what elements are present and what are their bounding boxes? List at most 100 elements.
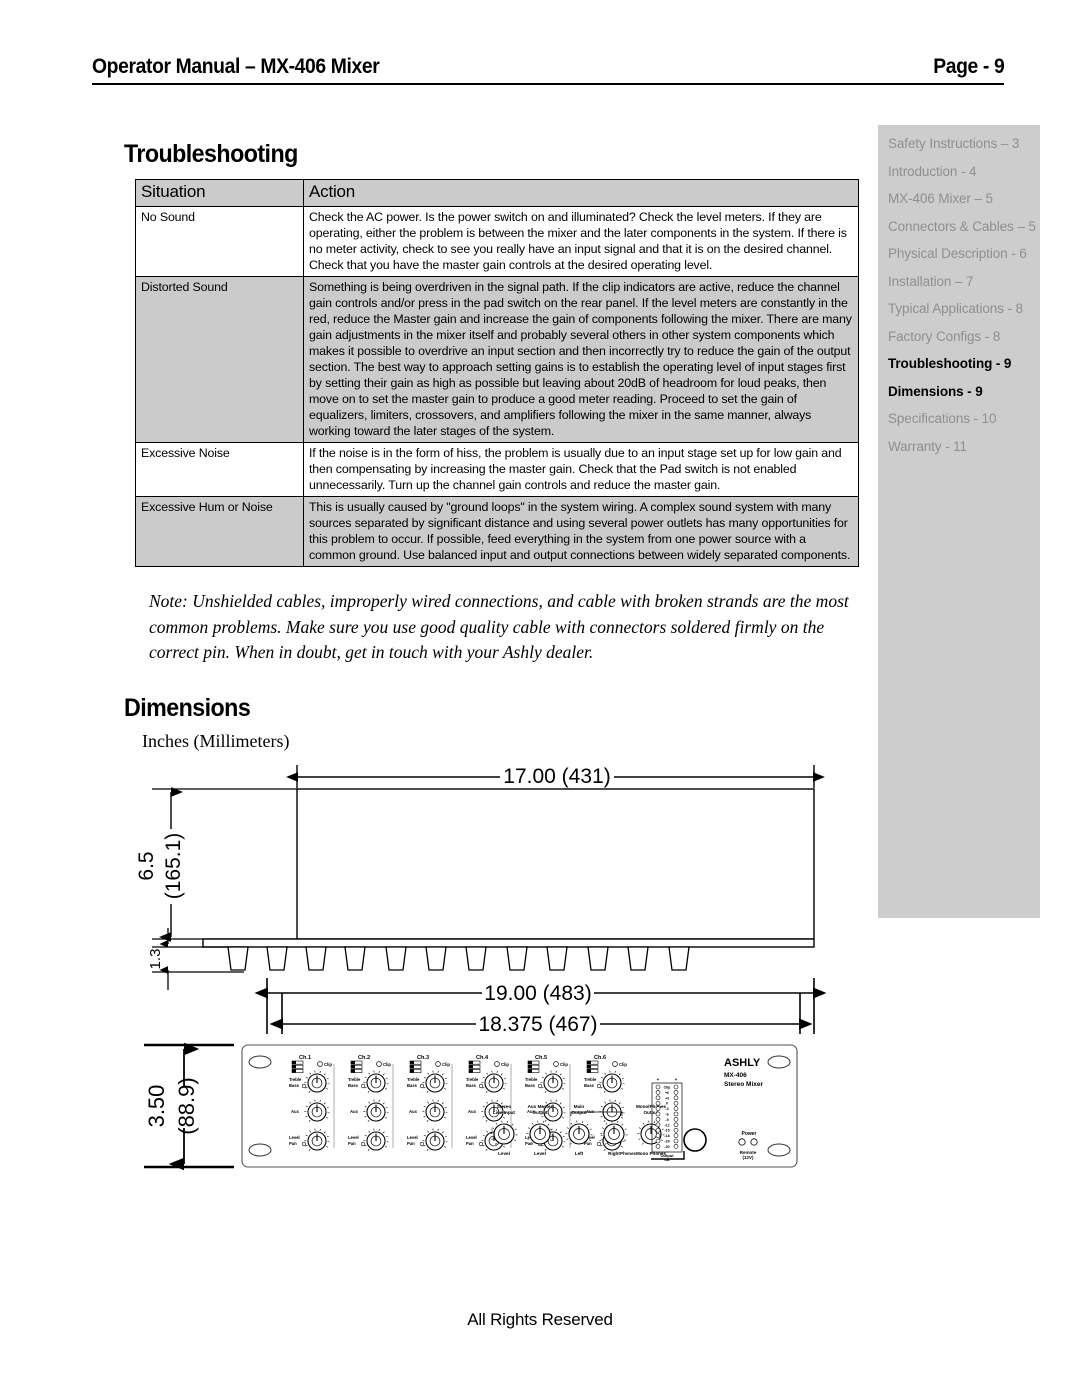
dimension-drawings: 17.00 (431) 6.5 (165.1) 1.3 19.00 (483) … [124,756,864,1256]
toc-item-11[interactable]: Warranty - 11 [888,439,1040,454]
panel-label: Clip [619,1062,627,1067]
table-header-row: Situation Action [135,179,859,207]
panel-label: -6 [665,1113,668,1117]
panel-label: Treble [407,1077,420,1082]
panel-label: Bass [407,1083,418,1088]
svg-text:19.00 (483): 19.00 (483) [484,982,591,1005]
cell-action: Check the AC power. Is the power switch … [303,205,859,277]
panel-label: Ch.1 [299,1055,311,1061]
toc-item-1[interactable]: Introduction - 4 [888,164,1040,179]
panel-label: Main [574,1104,585,1109]
svg-text:1.3: 1.3 [147,949,164,970]
cell-action: Something is being overdriven in the sig… [303,275,859,443]
power-sub-2: (12V) [742,1155,754,1160]
panel-label: Clip [324,1062,332,1067]
panel-label: Line Input [493,1110,515,1115]
panel-label: +6 [665,1091,669,1095]
footer-text: All Rights Reserved [467,1310,613,1329]
model-text: MX-406 [724,1072,747,1079]
panel-label: Ch.6 [594,1055,606,1061]
toc-item-6[interactable]: Typical Applications - 8 [888,302,1040,316]
table-row: Distorted Sound Something is being overdr… [135,275,859,443]
panel-label: Bass [525,1083,536,1088]
panel-label: -30 [664,1145,669,1149]
panel-label: Level [407,1135,418,1140]
panel-label: -9 [665,1118,668,1122]
panel-label: -24 [664,1140,669,1144]
panel-label: 0 [666,1102,668,1106]
panel-label: Aux [350,1109,359,1114]
svg-text:(165.1): (165.1) [162,833,185,900]
power-label: Power [741,1131,756,1137]
panel-label: Clip [383,1062,391,1067]
table-body: No Sound Check the AC power. Is the power… [135,205,859,567]
panel-label: -15 [664,1129,669,1133]
page-footer: All Rights Reserved [0,1310,1080,1330]
panel-label: Pan [407,1141,415,1146]
toc-list: Safety Instructions – 3 Introduction - 4 M… [888,137,1040,453]
panel-label: Left [575,1151,584,1156]
toc-item-9[interactable]: Dimensions - 9 [888,384,1040,399]
troubleshooting-table: Situation Action No Sound Check the AC po… [135,179,859,567]
dimensions-heading: Dimensions [124,694,251,723]
dimension-drawing-svg: 17.00 (431) 6.5 (165.1) 1.3 19.00 (483) … [135,765,827,1171]
panel-label: Treble [584,1077,597,1082]
table-of-contents-sidebar: Safety Instructions – 3 Introduction - 4 M… [878,125,1040,918]
panel-label: Pan [348,1141,356,1146]
panel-label: Bass [289,1083,300,1088]
page-header: Operator Manual – MX-406 Mixer Page - 9 [92,55,1004,85]
width-dimensions: 19.00 (483) 18.375 (467) [254,978,827,1036]
panel-label: -12 [664,1123,669,1127]
panel-label: Bass [584,1083,595,1088]
product-text: Stereo Mixer [724,1081,763,1088]
panel-label: Aux [468,1109,477,1114]
top-view-drawing: 17.00 (431) 6.5 (165.1) 1.3 [135,765,825,991]
svg-text:6.5: 6.5 [135,851,158,880]
panel-label: Bass [466,1083,477,1088]
panel-label: Aux [409,1109,418,1114]
page-number: Page - 9 [932,55,1005,78]
panel-label: Right [608,1151,620,1156]
headphone-jack [683,1128,707,1152]
height-dimension: 3.50 (88.9) [144,1042,234,1171]
panel-label: Ch.4 [476,1055,489,1061]
cell-situation: Distorted Sound [135,275,304,443]
main-content: Troubleshooting Situation Action No Soun… [124,140,864,1256]
panel-label: Treble [466,1077,479,1082]
svg-text:18.375 (467): 18.375 (467) [478,1013,597,1036]
toc-item-5[interactable]: Installation – 7 [888,274,1040,289]
toc-item-10[interactable]: Specifications - 10 [888,412,1040,426]
svg-text:17.00 (431): 17.00 (431) [503,765,610,788]
panel-label: -3 [665,1107,668,1111]
panel-label: Level [348,1135,359,1140]
note-paragraph: Note: Unshielded cables, improperly wire… [149,590,849,663]
panel-label: Ch.3 [417,1055,429,1061]
manual-title: Operator Manual – MX-406 Mixer [92,55,380,78]
table-row: Excessive Noise If the noise is in the fo… [135,441,859,497]
toc-item-8[interactable]: Troubleshooting - 9 [888,357,1040,371]
toc-item-0[interactable]: Safety Instructions – 3 [888,137,1040,151]
toc-item-2[interactable]: MX-406 Mixer – 5 [888,192,1040,206]
panel-label: Mono/Phones [636,1104,667,1109]
panel-label: Stereo [497,1104,511,1109]
svg-text:(88.9): (88.9) [174,1077,199,1134]
panel-label: Treble [348,1077,361,1082]
panel-label: + [675,1077,678,1082]
panel-label: Level [534,1151,546,1156]
table-row: No Sound Check the AC power. Is the power… [135,205,859,277]
panel-label: Pan [289,1141,297,1146]
cell-action: This is usually caused by "ground loops"… [303,495,859,567]
cell-situation: Excessive Noise [135,441,304,497]
toc-item-3[interactable]: Connectors & Cables – 5 [888,219,1040,234]
panel-label: Pan [466,1141,474,1146]
toc-item-7[interactable]: Factory Configs - 8 [888,329,1040,344]
column-header-situation: Situation [135,179,304,207]
panel-label: Clip [560,1062,568,1067]
troubleshooting-heading: Troubleshooting [124,140,298,168]
panel-label: Clip [442,1062,450,1067]
panel-label: + [657,1077,660,1082]
panel-label: +3 [665,1096,669,1100]
toc-item-4[interactable]: Physical Description - 6 [888,247,1040,261]
cell-situation: No Sound [135,205,304,277]
table-row: Excessive Hum or Noise This is usually ca… [135,495,859,567]
